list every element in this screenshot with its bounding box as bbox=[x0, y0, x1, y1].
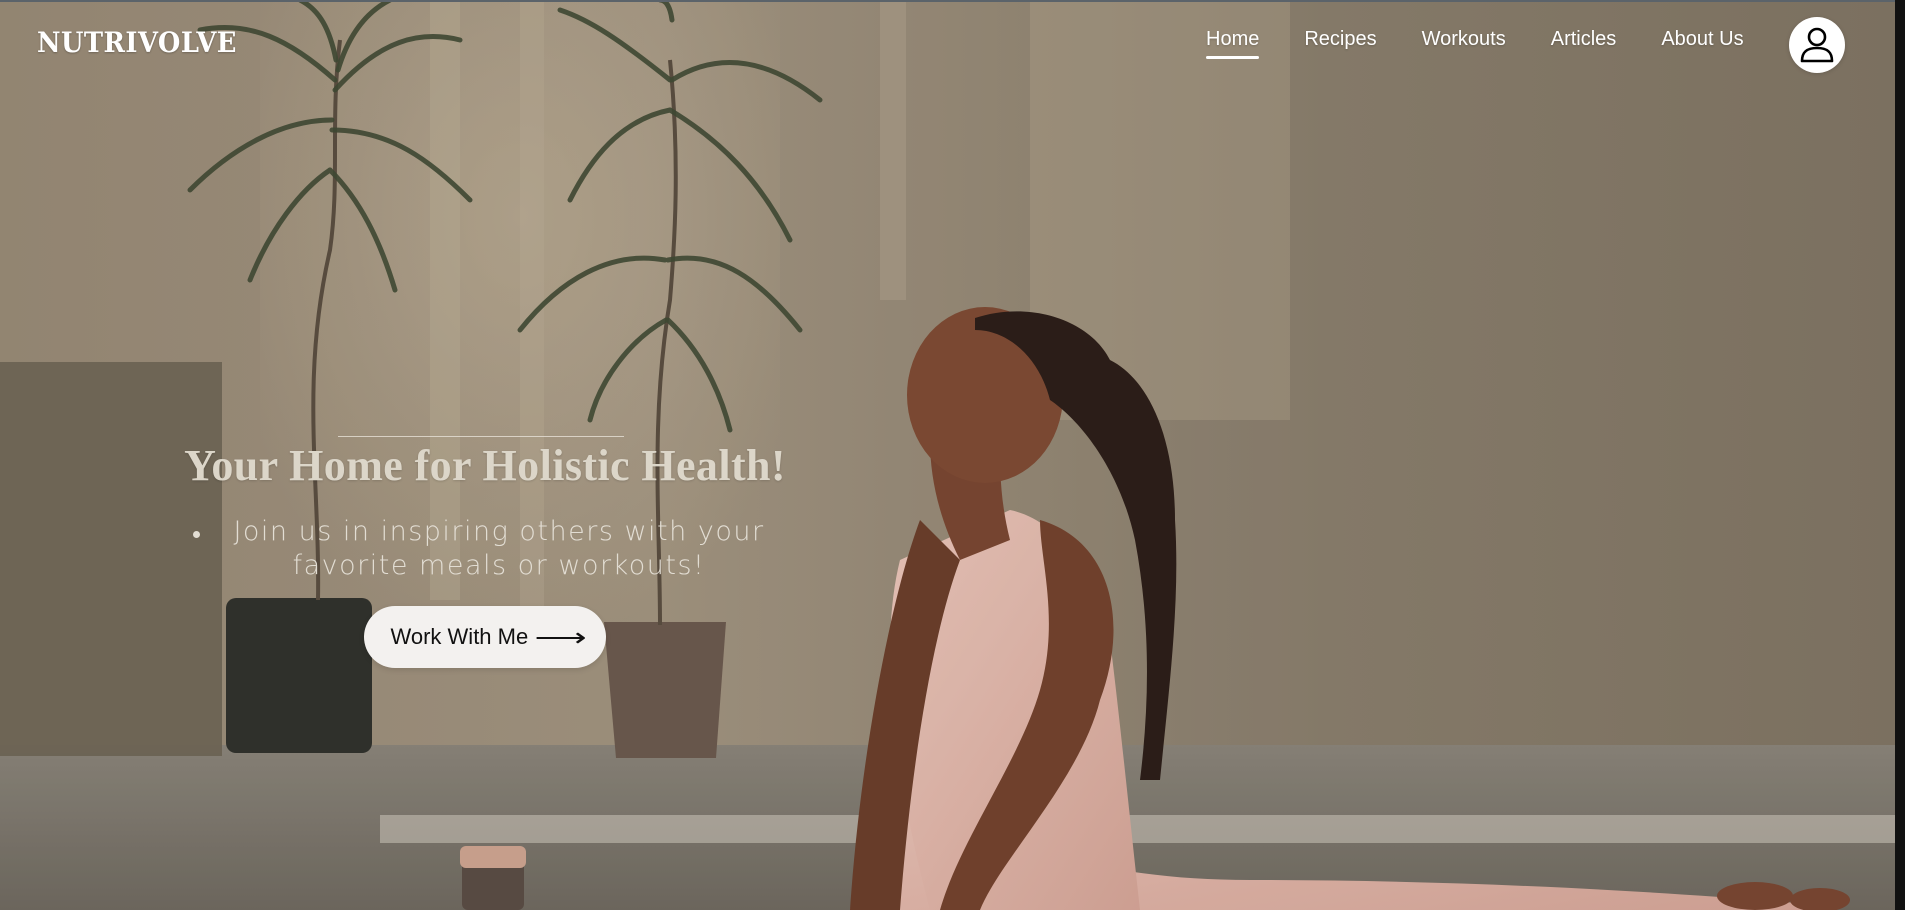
arrow-right-icon: ⟶ bbox=[534, 622, 587, 652]
top-border bbox=[0, 0, 1895, 2]
nav-item-articles[interactable]: Articles bbox=[1551, 28, 1617, 51]
nav-item-home[interactable]: Home bbox=[1206, 28, 1260, 59]
work-with-me-button[interactable]: Work With Me ⟶ bbox=[364, 606, 606, 668]
landing-page: NUTRIVOLVE Home Recipes Workouts Article… bbox=[0, 0, 1895, 910]
profile-button[interactable] bbox=[1789, 17, 1845, 73]
hero-divider bbox=[338, 436, 624, 437]
nav-item-recipes[interactable]: Recipes bbox=[1304, 28, 1376, 51]
nav-item-about-us[interactable]: About Us bbox=[1661, 28, 1743, 51]
bullet-dot bbox=[193, 531, 200, 538]
hero-bullet: Join us in inspiring others with your fa… bbox=[185, 515, 785, 583]
hero-title: Your Home for Holistic Health! bbox=[184, 441, 786, 490]
window-edge bbox=[1895, 0, 1905, 910]
hero-bullet-text: Join us in inspiring others with your fa… bbox=[233, 516, 765, 581]
hero-bullet-list: Join us in inspiring others with your fa… bbox=[185, 515, 785, 583]
brand-logo[interactable]: NUTRIVOLVE bbox=[37, 26, 237, 59]
nav-item-workouts[interactable]: Workouts bbox=[1422, 28, 1506, 51]
cta-label: Work With Me bbox=[390, 624, 529, 649]
user-icon bbox=[1800, 27, 1834, 63]
main-nav: Home Recipes Workouts Articles About Us bbox=[1206, 28, 1789, 59]
